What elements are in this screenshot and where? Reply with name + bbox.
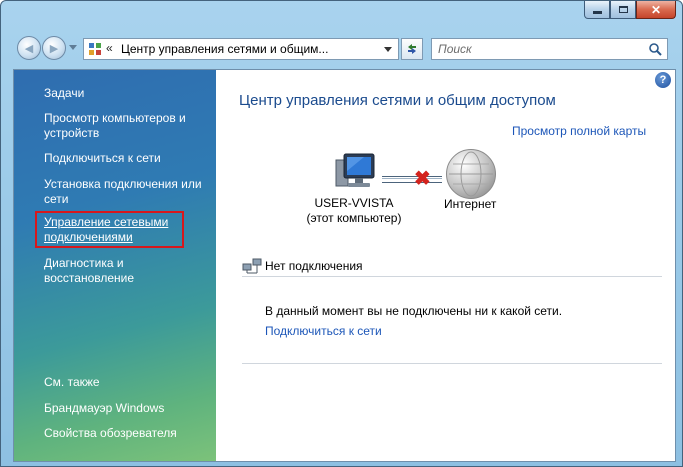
sidebar-item-firewall[interactable]: Брандмауэр Windows <box>44 401 164 416</box>
breadcrumb-chevron[interactable]: « <box>106 41 113 55</box>
computer-name: USER-VVISTA (этот компьютер) <box>294 196 414 226</box>
status-text: В данный момент вы не подключены ни к ка… <box>265 304 563 318</box>
address-text[interactable]: Центр управления сетями и общим... <box>121 42 328 56</box>
search-input[interactable]: Поиск <box>438 42 472 56</box>
search-icon[interactable] <box>648 42 662 56</box>
search-box[interactable]: Поиск <box>431 38 668 60</box>
refresh-icon <box>408 44 416 54</box>
back-button[interactable]: ◀ <box>17 36 41 60</box>
client-area: Задачи Просмотр компьютеров и устройств … <box>13 69 676 462</box>
computer-name-sub: (этот компьютер) <box>306 211 402 225</box>
view-full-map-link[interactable]: Просмотр полной карты <box>512 124 646 138</box>
computer-name-text: USER-VVISTA <box>314 196 394 210</box>
maximize-button[interactable] <box>610 1 636 19</box>
main-content: ? Центр управления сетями и общим доступ… <box>216 70 675 461</box>
network-status-icon <box>242 258 262 274</box>
sidebar-item-diagnostics[interactable]: Диагностика и восстановление <box>44 256 154 286</box>
forward-button[interactable]: ▶ <box>42 36 66 60</box>
sidebar-item-setup-connection[interactable]: Установка подключения или сети <box>44 177 209 207</box>
internet-label: Интернет <box>444 197 497 211</box>
sidebar-item-connect[interactable]: Подключиться к сети <box>44 151 161 166</box>
connect-to-network-link[interactable]: Подключиться к сети <box>265 324 382 338</box>
caption-buttons: ✕ <box>584 1 676 21</box>
section-divider-top <box>242 276 662 277</box>
back-arrow-icon: ◀ <box>24 42 34 55</box>
recent-pages-dropdown-icon[interactable] <box>69 45 77 50</box>
sidebar-item-internet-options[interactable]: Свойства обозревателя <box>44 426 177 441</box>
computer-icon[interactable] <box>330 152 380 194</box>
explorer-window: ✕ ◀ ▶ « Центр управления сетями и общим.… <box>0 0 683 467</box>
close-icon: ✕ <box>650 2 662 17</box>
globe-lines <box>449 151 493 197</box>
sidebar-item-view-computers[interactable]: Просмотр компьютеров и устройств <box>44 111 204 141</box>
help-button[interactable]: ? <box>655 72 671 88</box>
minimize-icon <box>592 11 602 14</box>
disconnected-x-icon[interactable]: ✖ <box>414 166 431 191</box>
navigation-bar: ◀ ▶ « Центр управления сетями и общим...… <box>9 33 676 65</box>
internet-globe-icon[interactable] <box>446 149 496 199</box>
section-divider-bottom <box>242 363 662 364</box>
maximize-icon <box>618 6 628 13</box>
refresh-button[interactable] <box>401 38 423 60</box>
forward-arrow-icon: ▶ <box>49 42 59 55</box>
minimize-button[interactable] <box>584 1 610 19</box>
tasks-pane: Задачи Просмотр компьютеров и устройств … <box>14 70 216 461</box>
help-icon: ? <box>659 74 667 86</box>
page-title: Центр управления сетями и общим доступом <box>239 92 556 109</box>
control-panel-icon <box>89 43 101 55</box>
see-also-header: См. также <box>44 375 100 389</box>
tasks-header: Задачи <box>44 86 85 100</box>
connection-line-inner <box>382 178 442 179</box>
sidebar-item-manage-connections[interactable]: Управление сетевыми подключениями <box>44 215 179 245</box>
address-dropdown-icon[interactable] <box>384 47 392 52</box>
section-title: Нет подключения <box>265 259 363 273</box>
address-bar[interactable]: « Центр управления сетями и общим... <box>83 38 399 60</box>
close-button[interactable]: ✕ <box>636 1 676 19</box>
